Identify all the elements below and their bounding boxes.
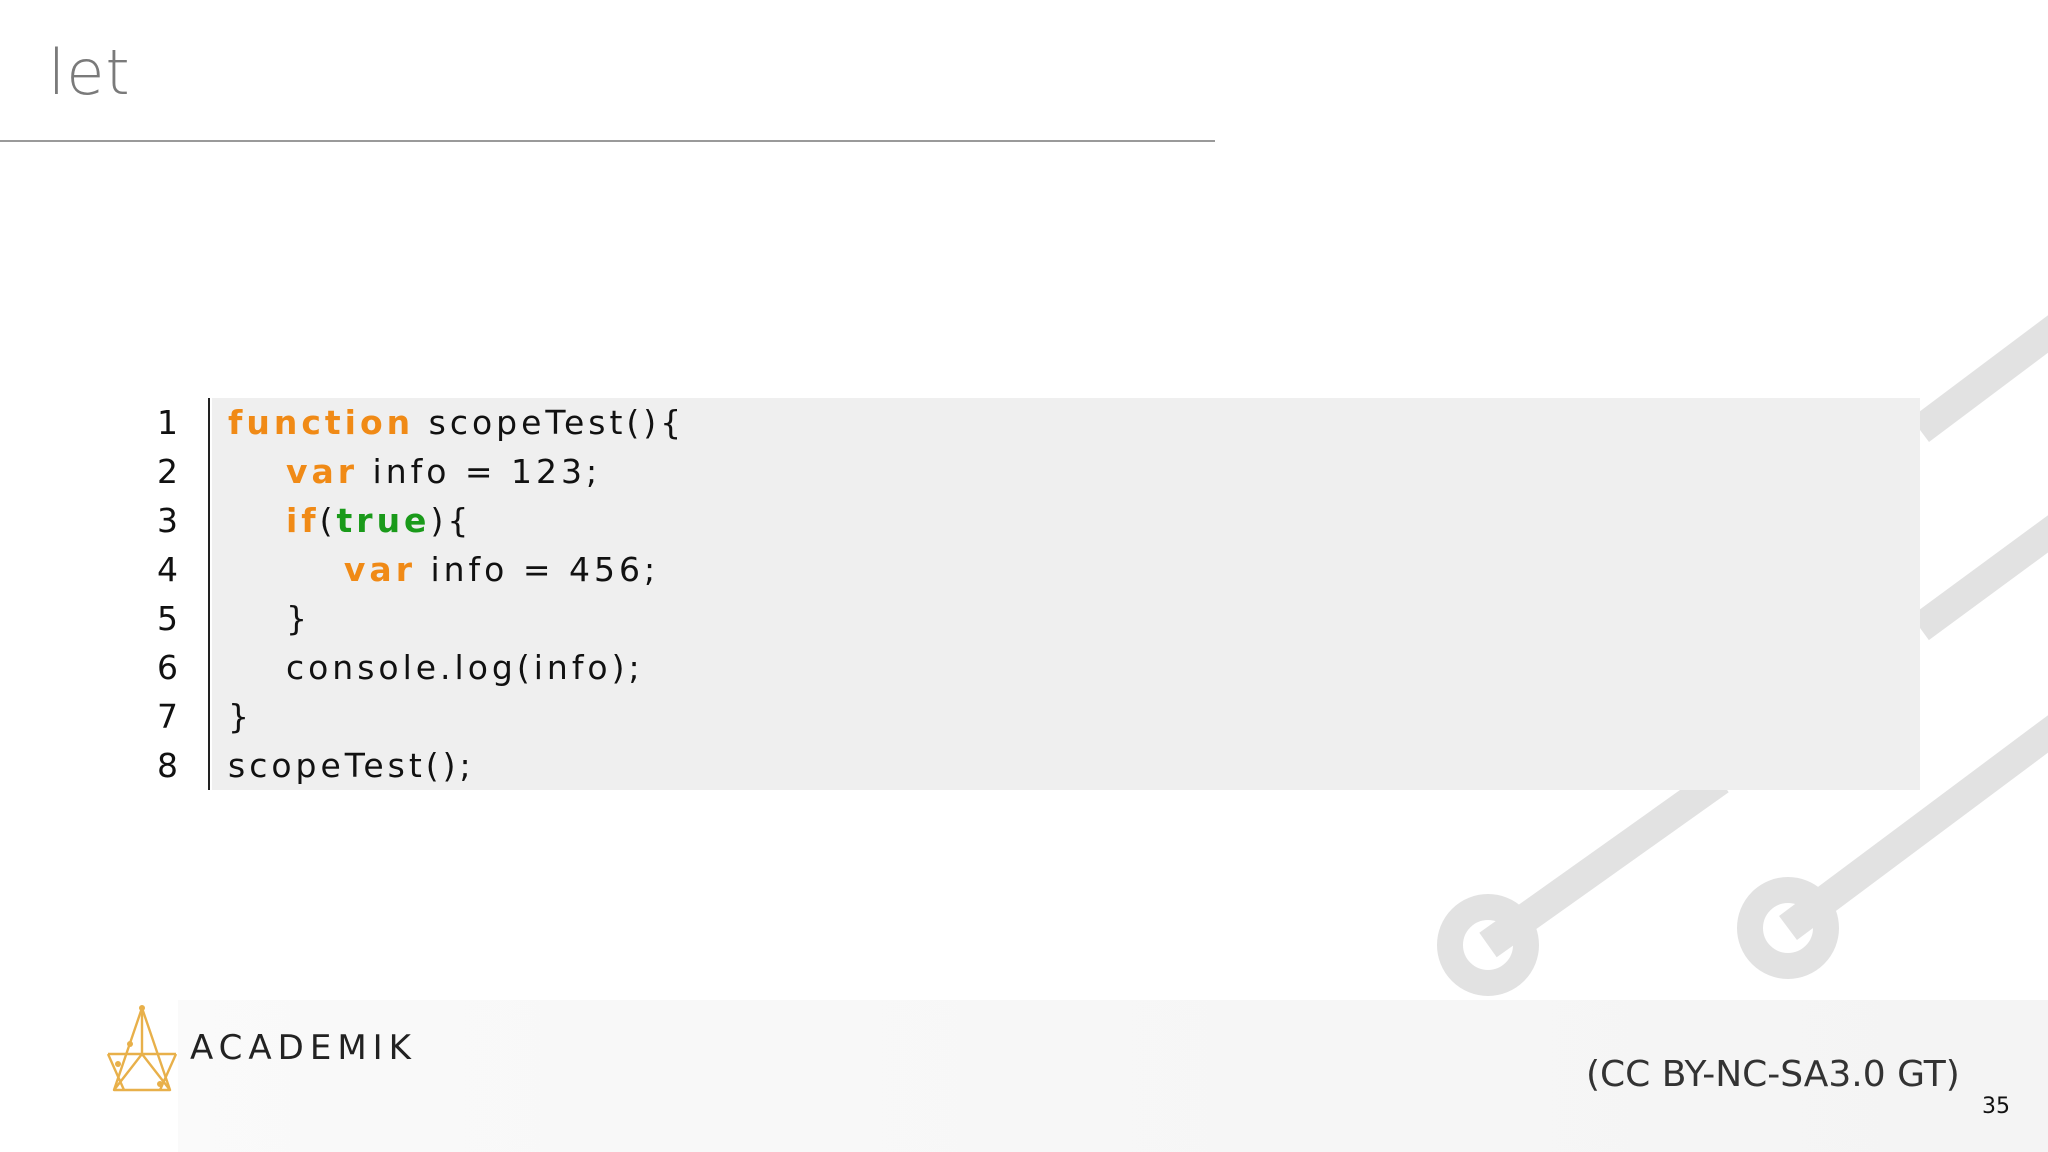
code-listing: 1 2 3 4 5 6 7 8 function scopeTest(){ var info … <box>140 398 1920 790</box>
line-number-gutter: 1 2 3 4 5 6 7 8 <box>140 398 210 790</box>
line-number: 4 <box>157 550 178 589</box>
code-literal: true <box>336 501 431 540</box>
code-line: if(true){ <box>228 496 472 545</box>
title-divider <box>0 140 1215 142</box>
line-number: 6 <box>157 648 178 687</box>
brand-name: ACADEMIK <box>190 1028 417 1068</box>
line-number: 7 <box>157 697 178 736</box>
code-keyword: function <box>228 403 415 442</box>
code-line: var info = 456; <box>228 545 659 594</box>
code-line: } <box>228 594 311 643</box>
code-token: scopeTest(); <box>228 746 475 785</box>
code-keyword: var <box>343 550 416 589</box>
code-keyword: var <box>285 452 359 491</box>
code-token: ( <box>319 501 337 540</box>
code-line: scopeTest(); <box>228 741 475 790</box>
code-line: function scopeTest(){ <box>228 398 685 447</box>
line-number: 1 <box>157 403 178 442</box>
code-token: } <box>228 697 253 736</box>
academik-logo-icon <box>106 1005 178 1092</box>
code-token: } <box>228 599 311 638</box>
code-token: info = 123; <box>358 452 602 491</box>
code-token: scopeTest(){ <box>414 403 686 442</box>
page-number: 35 <box>1982 1094 2010 1119</box>
slide-title: let <box>48 36 131 109</box>
line-number: 8 <box>157 746 178 785</box>
code-token: console.log(info); <box>228 648 644 687</box>
license-text: (CC BY-NC-SA3.0 GT) <box>1586 1054 1960 1095</box>
code-token: info = 456; <box>415 550 660 589</box>
code-line: console.log(info); <box>228 643 644 692</box>
gutter-divider <box>208 398 210 790</box>
code-line: var info = 123; <box>228 447 601 496</box>
line-number: 2 <box>157 452 178 491</box>
code-token: ){ <box>430 501 473 540</box>
code-keyword: if <box>285 501 320 540</box>
line-number: 5 <box>157 599 178 638</box>
code-line: } <box>228 692 253 741</box>
line-number: 3 <box>157 501 178 540</box>
